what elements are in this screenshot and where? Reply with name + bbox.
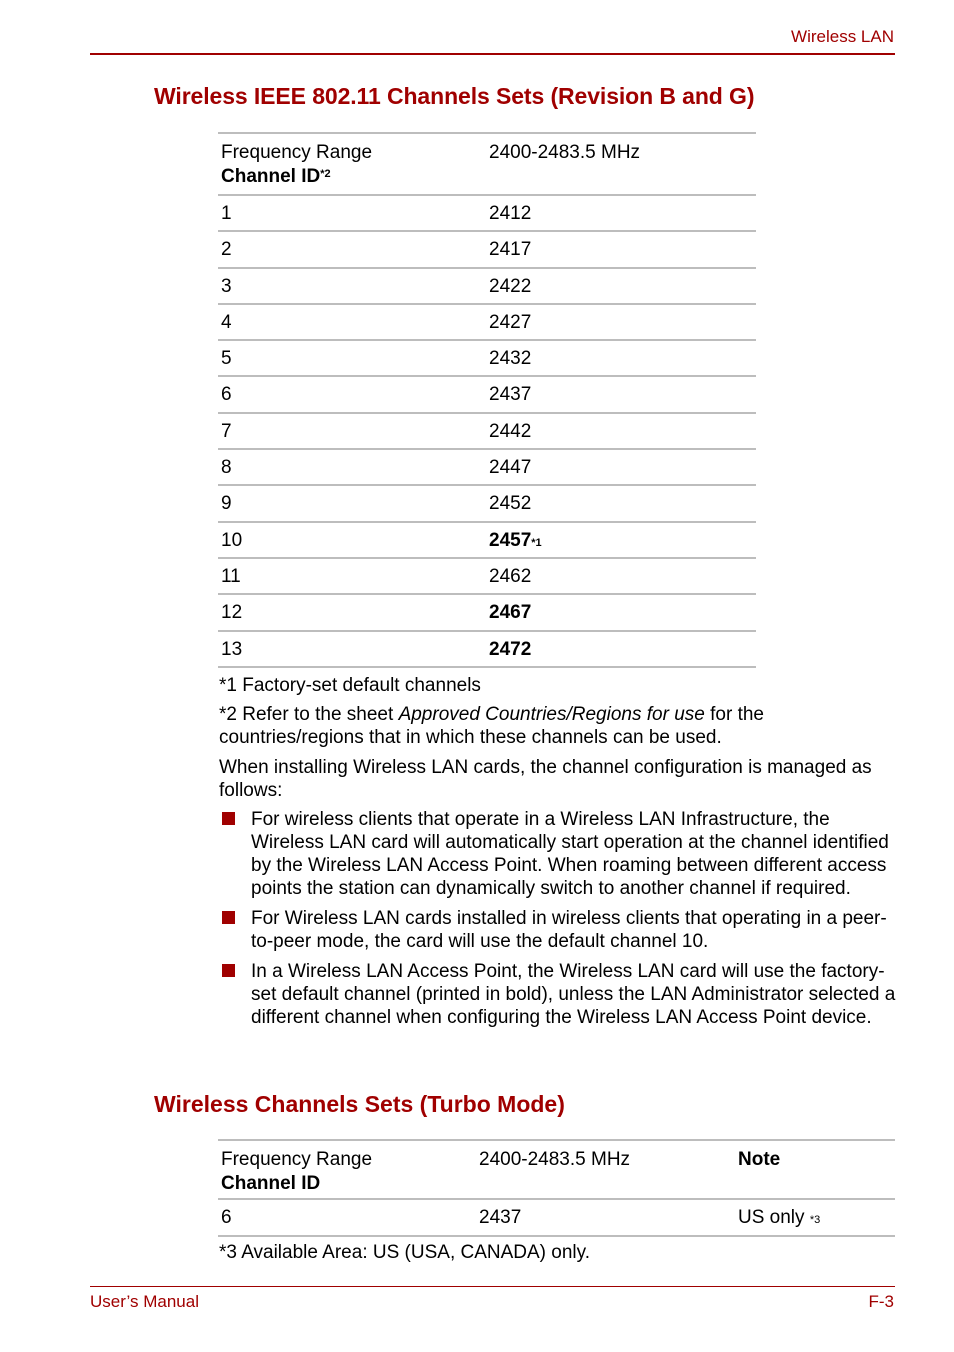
section-heading-rev-b-g: Wireless IEEE 802.11 Channels Sets (Revi… — [154, 83, 755, 109]
footnote-3: *3 Available Area: US (USA, CANADA) only… — [219, 1242, 591, 1263]
cell-channel: 6 — [221, 1207, 232, 1228]
footnote-2: *2 Refer to the sheet Approved Countries… — [219, 703, 859, 749]
cell-frequency: 2467 — [486, 594, 756, 630]
list-item: For wireless clients that operate in a W… — [219, 808, 899, 900]
footnote-2-doc-reference: Approved Countries/Regions for use — [398, 704, 705, 725]
cell-channel: 8 — [221, 457, 232, 479]
cell-frequency: 2427 — [486, 304, 756, 340]
cell-frequency-value: 2457 — [489, 529, 532, 551]
header-channel-id-label: Channel ID — [221, 166, 321, 187]
table-row: 9 2452 — [218, 485, 756, 521]
cell-frequency-value: 2437 — [489, 384, 532, 406]
footnote-2-pre: *2 Refer to the sheet — [219, 704, 399, 725]
cell-frequency-value: 2412 — [489, 203, 532, 224]
cell-frequency-value: 2452 — [489, 493, 532, 515]
cell-channel: 13 — [221, 638, 243, 660]
cell-frequency: 2422 — [486, 268, 756, 304]
header-rule — [90, 53, 895, 55]
section-heading-turbo-mode: Wireless Channels Sets (Turbo Mode) — [154, 1091, 565, 1117]
cell-frequency-value: 2472 — [489, 638, 532, 660]
cell-frequency-value: 2467 — [489, 602, 532, 624]
cell-frequency: 2437 — [479, 1207, 522, 1228]
list-item: For Wireless LAN cards installed in wire… — [219, 907, 899, 953]
cell-frequency: 2412 — [486, 195, 756, 231]
header-frequency-value: 2400-2483.5 MHz — [489, 142, 641, 163]
cell-frequency-value: 2432 — [489, 348, 532, 370]
cell-channel: 3 — [221, 275, 232, 297]
cell-frequency-value: 2462 — [489, 565, 532, 587]
channel-table-turbo-mode: Frequency Range Channel ID 2400-2483.5 M… — [218, 1139, 895, 1237]
cell-channel: 1 — [221, 203, 232, 224]
footnote-ref-3: *3 — [809, 1214, 821, 1226]
footer-rule — [90, 1286, 895, 1287]
header-frequency-range: Frequency Range — [221, 142, 373, 163]
table-row: 5 2432 — [218, 340, 756, 376]
cell-channel: 10 — [221, 529, 243, 551]
configuration-bullet-list: For wireless clients that operate in a W… — [219, 808, 899, 1036]
list-item-text: In a Wireless LAN Access Point, the Wire… — [251, 961, 896, 1028]
header-frequency-range: Frequency Range — [221, 1149, 373, 1170]
table-row: 6 2437 — [218, 376, 756, 412]
bullet-square-icon — [222, 964, 235, 977]
cell-note-text: US only — [738, 1207, 810, 1228]
table-row: 11 2462 — [218, 557, 756, 594]
cell-frequency: 2442 — [486, 413, 756, 449]
table-row: 3 2422 — [218, 267, 756, 304]
bullet-square-icon — [222, 911, 235, 924]
table-row: 10 2457*1 — [218, 521, 756, 558]
cell-channel: 7 — [221, 420, 232, 442]
list-item-text: For Wireless LAN cards installed in wire… — [251, 908, 887, 952]
header-cell-channel: Frequency Range Channel ID — [218, 1140, 476, 1199]
cell-frequency: 2472 — [486, 631, 756, 667]
table-header-row: Frequency Range Channel ID*2 2400-2483.5… — [218, 133, 756, 195]
intro-paragraph: When installing Wireless LAN cards, the … — [219, 757, 872, 801]
table-row: 2 2417 — [218, 231, 756, 267]
cell-frequency-value: 2417 — [489, 239, 532, 261]
list-item-text: For wireless clients that operate in a W… — [251, 809, 889, 899]
table-row: 1 2412 — [218, 195, 756, 231]
cell-frequency-value: 2422 — [489, 275, 532, 297]
cell-frequency: 2457*1 — [486, 522, 756, 558]
cell-frequency: 2462 — [486, 558, 756, 594]
cell-channel: 6 — [221, 384, 232, 406]
header-note: Note — [738, 1149, 781, 1170]
bullet-square-icon — [222, 812, 235, 825]
list-item: In a Wireless LAN Access Point, the Wire… — [219, 960, 899, 1029]
cell-frequency-value: 2427 — [489, 311, 532, 333]
header-channel-id: Channel ID*2 — [221, 165, 486, 189]
page-number: F-3 — [868, 1292, 895, 1311]
table-header-row: Frequency Range Channel ID 2400-2483.5 M… — [218, 1140, 895, 1199]
cell-frequency: 2447 — [486, 449, 756, 485]
table-row: 6 2437 US only *3 — [218, 1199, 895, 1236]
cell-channel: 5 — [221, 348, 232, 370]
cell-frequency: 2452 — [486, 485, 756, 521]
header-cell-channel: Frequency Range Channel ID*2 — [218, 133, 486, 195]
cell-note: US only *3 — [735, 1199, 895, 1236]
footnote-ref-1: *1 — [531, 536, 542, 549]
cell-frequency: 2432 — [486, 340, 756, 376]
table-row: 8 2447 — [218, 449, 756, 485]
cell-frequency-value: 2447 — [489, 457, 532, 479]
cell-channel: 12 — [221, 602, 243, 624]
table-row: 13 2472 — [218, 630, 756, 667]
cell-channel: 11 — [221, 565, 241, 587]
footnote-ref-2: *2 — [320, 168, 331, 180]
table-row: 4 2427 — [218, 303, 756, 340]
running-header: Wireless LAN — [791, 27, 894, 46]
cell-channel: 2 — [221, 239, 232, 261]
cell-channel: 4 — [221, 311, 232, 333]
table-row: 7 2442 — [218, 412, 756, 449]
table-row: 12 2467 — [218, 594, 756, 630]
footnote-1: *1 Factory-set default channels — [219, 675, 481, 696]
cell-frequency: 2437 — [486, 376, 756, 412]
cell-frequency: 2417 — [486, 231, 756, 267]
channel-table-rev-b-g: Frequency Range Channel ID*2 2400-2483.5… — [218, 132, 756, 668]
cell-channel: 9 — [221, 493, 232, 515]
header-frequency-value: 2400-2483.5 MHz — [479, 1149, 631, 1170]
footer-manual-title: User’s Manual — [90, 1292, 199, 1311]
header-channel-id: Channel ID — [221, 1173, 321, 1194]
cell-frequency-value: 2442 — [489, 420, 532, 442]
